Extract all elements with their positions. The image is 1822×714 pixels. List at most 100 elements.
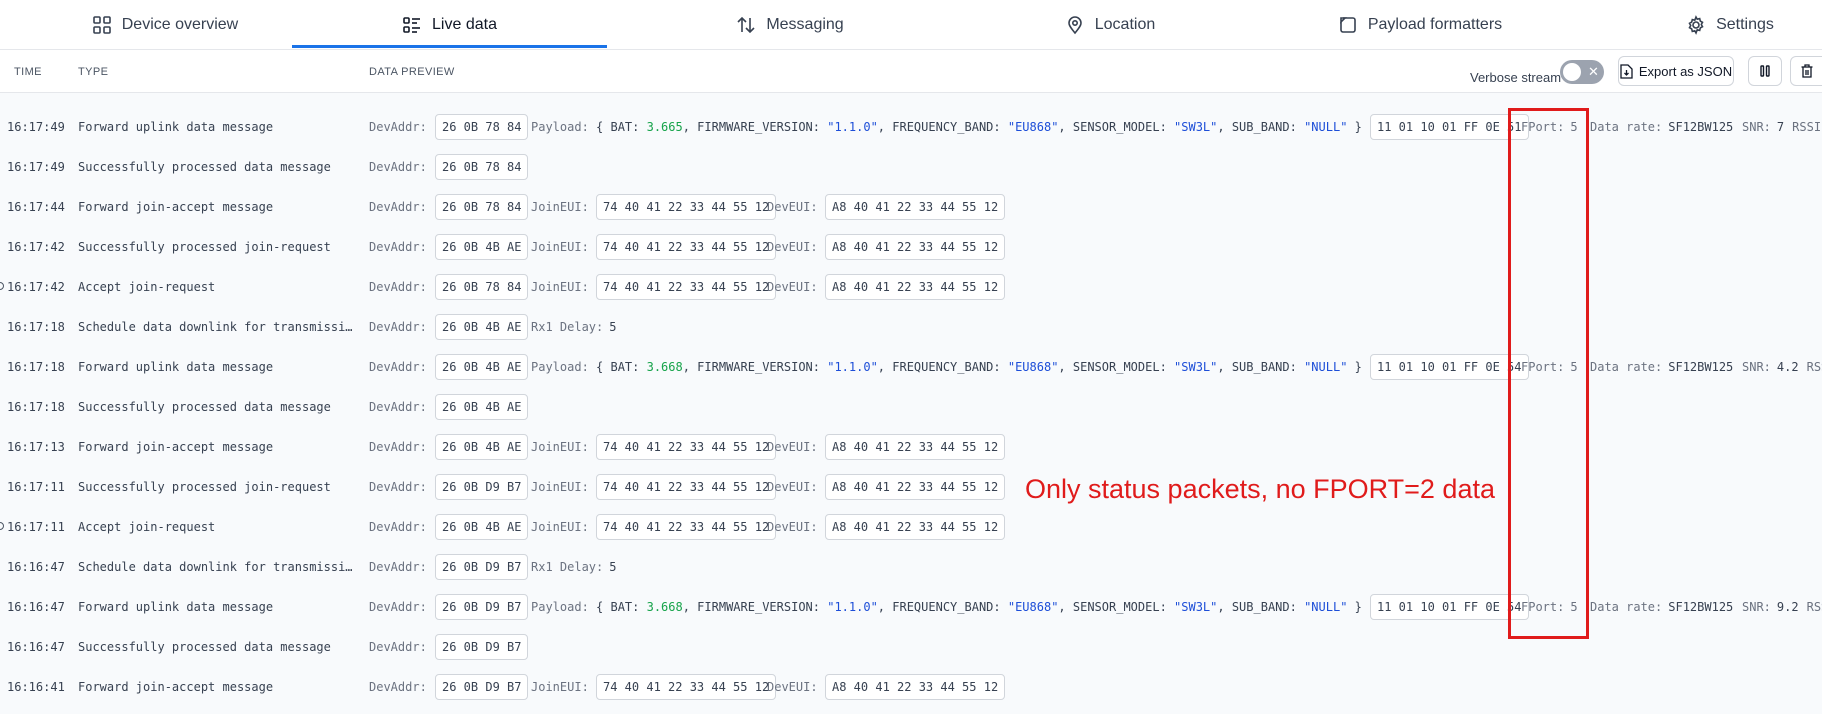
deveui-value[interactable]: A8 40 41 22 33 44 55 12 [825,274,1006,300]
table-row[interactable]: 16:17:11 Successfully processed join-requ… [0,467,1822,507]
event-time: 16:16:47 [7,560,65,574]
devaddr-value[interactable]: 26 0B 4B AE [435,314,529,340]
joineui-value[interactable]: 74 40 41 22 33 44 55 12 [596,274,777,300]
deveui-label: DevEUI: [767,440,818,454]
table-row[interactable]: 16:17:11 Accept join-request DevAddr: 26 0B… [0,507,1822,547]
raw-payload-value[interactable]: 11 01 10 01 FF 0E 54 [1370,594,1529,620]
tab-settings[interactable]: Settings [1660,0,1800,49]
event-time: 16:16:47 [7,640,65,654]
tab-device-overview[interactable]: Device overview [55,0,275,49]
devaddr-value[interactable]: 26 0B 78 84 [435,114,529,140]
table-row[interactable]: 16:16:47 Successfully processed data mess… [0,627,1822,667]
table-row[interactable]: 16:17:18 Forward uplink data message DevAd… [0,347,1822,387]
rssi-label: RSSI [1806,360,1822,374]
payload-firmware: "1.1.0" [827,360,878,374]
table-row[interactable]: 16:17:49 Forward uplink data message DevAd… [0,107,1822,147]
raw-payload-value[interactable]: 11 01 10 01 FF 0E 51 [1370,114,1529,140]
table-row[interactable]: 16:17:13 Forward join-accept message DevAd… [0,427,1822,467]
payload-firmware: "1.1.0" [827,600,878,614]
devaddr-value[interactable]: 26 0B 78 84 [435,154,529,180]
devaddr-value[interactable]: 26 0B D9 B7 [435,554,529,580]
close-icon: ✕ [1588,64,1599,79]
deveui-value[interactable]: A8 40 41 22 33 44 55 12 [825,234,1006,260]
event-time: 16:17:44 [7,200,65,214]
devaddr-value[interactable]: 26 0B 4B AE [435,514,529,540]
deveui-value[interactable]: A8 40 41 22 33 44 55 12 [825,474,1006,500]
tab-messaging[interactable]: Messaging [700,0,880,49]
joineui-value[interactable]: 74 40 41 22 33 44 55 12 [596,674,777,700]
export-json-button[interactable]: Export as JSON [1618,56,1734,86]
annotation-text: Only status packets, no FPORT=2 data [1025,474,1495,504]
deveui-value[interactable]: A8 40 41 22 33 44 55 12 [825,674,1006,700]
joineui-value[interactable]: 74 40 41 22 33 44 55 12 [596,434,777,460]
table-row[interactable]: 16:16:47 Schedule data downlink for trans… [0,547,1822,587]
deveui-value[interactable]: A8 40 41 22 33 44 55 12 [825,194,1006,220]
devaddr-value[interactable]: 26 0B D9 B7 [435,634,529,660]
table-row[interactable]: 16:17:18 Schedule data downlink for trans… [0,307,1822,347]
devaddr-label: DevAddr: [369,440,427,454]
payload-model: "SW3L" [1174,600,1218,614]
event-type: Forward uplink data message [78,600,274,614]
joineui-value[interactable]: 74 40 41 22 33 44 55 12 [596,474,777,500]
fport-label: FPort: [1521,120,1565,134]
deveui-value[interactable]: A8 40 41 22 33 44 55 12 [825,434,1006,460]
data-rate-label: Data rate: [1590,600,1663,614]
devaddr-value[interactable]: 26 0B 78 84 [435,274,529,300]
event-time: 16:17:18 [7,360,65,374]
devaddr-label: DevAddr: [369,360,427,374]
payload-model: "SW3L" [1174,120,1218,134]
pause-button[interactable] [1748,56,1782,86]
trash-icon [1801,64,1813,78]
table-row[interactable]: 16:16:47 Forward uplink data message DevAd… [0,587,1822,627]
tab-payload-formatters[interactable]: Payload formatters [1310,0,1530,49]
table-row[interactable]: 16:16:41 Forward join-accept message DevAd… [0,667,1822,707]
payload-brace: { BAT: [588,120,647,134]
joineui-label: JoinEUI: [531,440,589,454]
tab-location[interactable]: Location [1030,0,1190,49]
raw-payload-value[interactable]: 11 01 10 01 FF 0E 54 [1370,354,1529,380]
table-row[interactable]: 16:17:42 Accept join-request DevAddr: 26 0B… [0,267,1822,307]
devaddr-value[interactable]: 26 0B 78 84 [435,194,529,220]
payload-subband: "NULL" [1304,120,1348,134]
fport-value: 5 [1570,360,1578,374]
table-row[interactable]: 16:17:44 Forward join-accept message DevAd… [0,187,1822,227]
devaddr-label: DevAddr: [369,200,427,214]
event-type: Successfully processed join-request [78,480,331,494]
data-rate-label: Data rate: [1590,360,1663,374]
verbose-stream-label: Verbose stream [1470,70,1562,85]
joineui-value[interactable]: 74 40 41 22 33 44 55 12 [596,514,777,540]
devaddr-value[interactable]: 26 0B 4B AE [435,394,529,420]
deveui-label: DevEUI: [767,200,818,214]
joineui-label: JoinEUI: [531,480,589,494]
tab-label: Live data [432,15,497,33]
devaddr-value[interactable]: 26 0B 4B AE [435,354,529,380]
devaddr-value[interactable]: 26 0B 4B AE [435,434,529,460]
devaddr-value[interactable]: 26 0B D9 B7 [435,474,529,500]
deveui-value[interactable]: A8 40 41 22 33 44 55 12 [825,514,1006,540]
deveui-label: DevEUI: [767,480,818,494]
clear-button[interactable] [1790,56,1822,86]
tab-label: Device overview [121,15,239,33]
event-time: 16:17:18 [7,400,65,414]
devaddr-value[interactable]: 26 0B D9 B7 [435,594,529,620]
devaddr-label: DevAddr: [369,520,427,534]
table-row[interactable]: 16:17:49 Successfully processed data mess… [0,147,1822,187]
event-time: 16:17:42 [7,280,65,294]
deveui-label: DevEUI: [767,680,818,694]
tab-live-data[interactable]: Live data [292,0,607,49]
table-row[interactable]: 16:17:18 Successfully processed data mess… [0,387,1822,427]
payload-sep: , SUB_BAND: [1217,600,1305,614]
joineui-value[interactable]: 74 40 41 22 33 44 55 12 [596,234,777,260]
list-icon [402,15,422,35]
payload-band: "EU868" [1007,360,1059,374]
rx1-delay-value: 5 [609,320,617,334]
table-row[interactable]: 16:17:42 Successfully processed join-requ… [0,227,1822,267]
verbose-stream-toggle[interactable]: ✕ [1560,60,1604,84]
payload-sep: , FIRMWARE_VERSION: [682,120,828,134]
joineui-value[interactable]: 74 40 41 22 33 44 55 12 [596,194,777,220]
snr-label: SNR: [1742,120,1771,134]
devaddr-value[interactable]: 26 0B 4B AE [435,234,529,260]
snr-value: 9.2 [1776,600,1799,614]
devaddr-value[interactable]: 26 0B D9 B7 [435,674,529,700]
export-json-label: Export as JSON [1638,63,1733,79]
